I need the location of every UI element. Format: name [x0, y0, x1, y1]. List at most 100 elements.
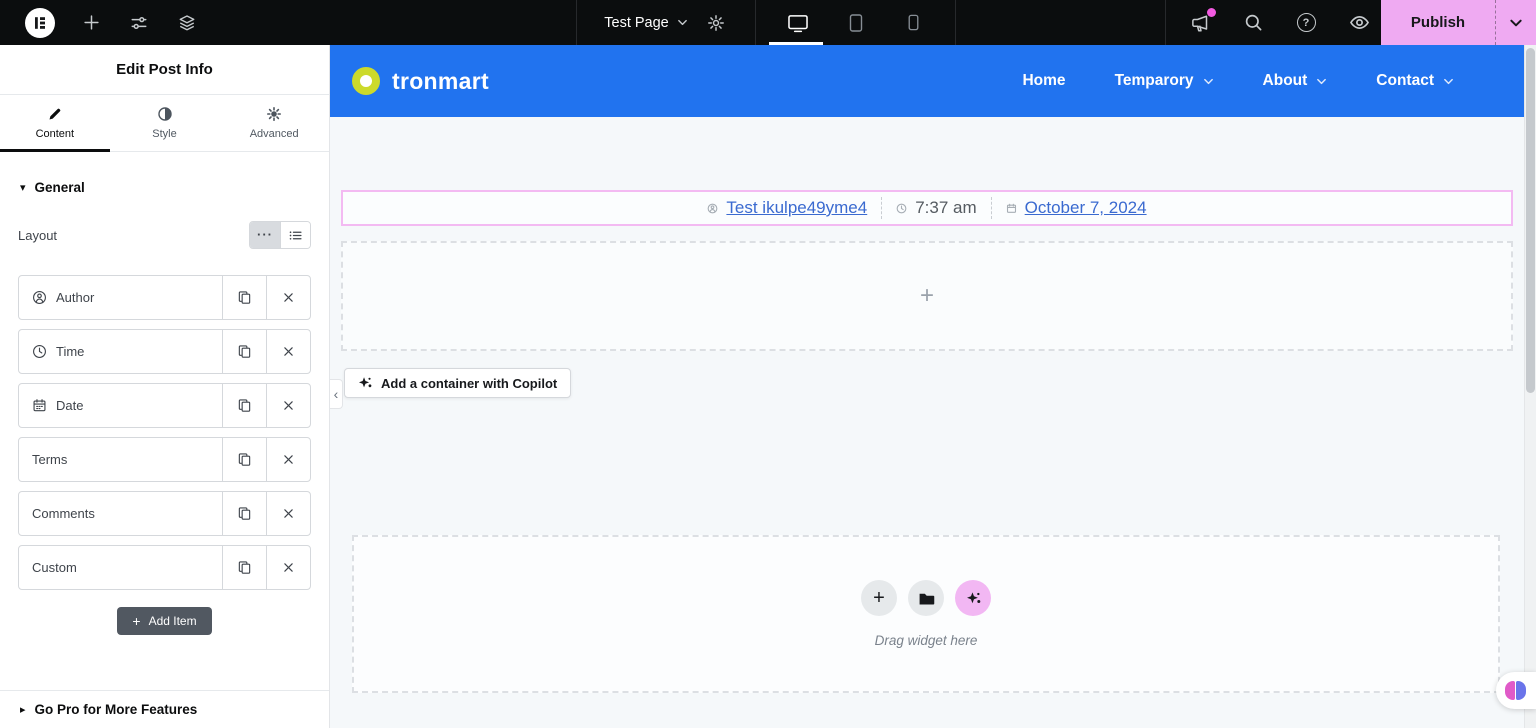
tab-content[interactable]: Content [0, 95, 110, 151]
remove-item-button[interactable] [266, 438, 310, 481]
remove-item-button[interactable] [266, 330, 310, 373]
remove-item-button[interactable] [266, 276, 310, 319]
repeater-item-date[interactable]: Date [18, 383, 311, 428]
empty-section-dropzone[interactable]: + Drag widget here [352, 535, 1500, 693]
repeater-item-terms[interactable]: Terms [18, 437, 311, 482]
add-item-button[interactable]: + Add Item [117, 607, 211, 635]
nav-item-home[interactable]: Home [1022, 72, 1065, 90]
duplicate-item-button[interactable] [222, 546, 266, 589]
scrollbar-thumb[interactable] [1526, 48, 1535, 393]
layout-list-option[interactable] [280, 222, 310, 248]
panel-collapse-handle[interactable]: ‹ [330, 379, 343, 409]
whats-new-megaphone-icon[interactable] [1188, 11, 1212, 35]
chevron-down-icon [1443, 76, 1454, 87]
post-info-items-repeater: Author Time [18, 275, 311, 590]
duplicate-item-button[interactable] [222, 384, 266, 427]
publish-label[interactable]: Publish [1381, 0, 1495, 45]
tab-style[interactable]: Style [110, 95, 220, 151]
plus-icon: + [132, 613, 140, 629]
site-header: tronmart Home Temparory About Contact [330, 45, 1536, 117]
page-selector[interactable]: Test Page [604, 15, 688, 31]
remove-item-button[interactable] [266, 546, 310, 589]
tab-advanced[interactable]: Advanced [219, 95, 329, 151]
site-nav: Home Temparory About Contact [1022, 72, 1454, 90]
ai-builder-button[interactable] [955, 580, 991, 616]
top-bar-divider [955, 0, 956, 45]
section-action-buttons: + [861, 580, 991, 616]
notification-dot [1207, 8, 1216, 17]
elementor-logo-icon [32, 15, 48, 31]
elementor-logo[interactable] [25, 8, 55, 38]
nav-item-about[interactable]: About [1263, 72, 1328, 90]
site-settings-sliders-icon[interactable] [127, 11, 151, 35]
item-label: Comments [32, 506, 95, 521]
active-device-underline [769, 42, 823, 45]
desktop-preview-icon[interactable] [786, 11, 810, 35]
chevron-down-icon [1316, 76, 1327, 87]
time-text: 7:37 am [915, 198, 976, 218]
caret-right-icon: ▸ [20, 703, 26, 716]
finder-search-icon[interactable] [1241, 11, 1265, 35]
preview-eye-icon[interactable] [1347, 11, 1371, 35]
duplicate-item-button[interactable] [222, 492, 266, 535]
item-label: Terms [32, 452, 67, 467]
page-settings-gear-icon[interactable] [704, 11, 728, 35]
nav-label: Contact [1376, 72, 1434, 90]
duplicate-item-button[interactable] [222, 330, 266, 373]
post-info-divider [991, 197, 992, 219]
post-info-widget-selected[interactable]: Test ikulpe49yme4 7:37 am October 7, 202… [341, 190, 1513, 226]
publish-button[interactable]: Publish [1381, 0, 1536, 45]
publish-options-button[interactable] [1495, 0, 1536, 45]
tab-label: Content [36, 128, 75, 140]
add-element-button[interactable]: + [861, 580, 897, 616]
brain-icon [1505, 681, 1526, 700]
add-container-copilot-button[interactable]: Add a container with Copilot [344, 368, 571, 398]
copy-icon [237, 398, 252, 413]
author-link[interactable]: Test ikulpe49yme4 [726, 198, 867, 218]
add-element-icon[interactable] [79, 11, 103, 35]
copy-icon [237, 290, 252, 305]
close-icon [282, 345, 295, 358]
clock-icon [896, 203, 907, 214]
item-label: Date [56, 398, 83, 413]
canvas-scrollbar[interactable] [1524, 45, 1536, 728]
nav-item-temparory[interactable]: Temparory [1115, 72, 1214, 90]
site-logo-text: tronmart [392, 68, 489, 95]
post-info-divider [881, 197, 882, 219]
template-library-button[interactable] [908, 580, 944, 616]
layout-toggle-group: ··· [249, 221, 311, 249]
post-info-time: 7:37 am [896, 198, 976, 218]
mobile-preview-icon[interactable] [902, 11, 926, 35]
duplicate-item-button[interactable] [222, 438, 266, 481]
section-general-toggle[interactable]: ▾ General [20, 180, 309, 195]
ai-sparkle-icon [966, 591, 981, 606]
duplicate-item-button[interactable] [222, 276, 266, 319]
layout-label: Layout [18, 228, 57, 243]
repeater-item-custom[interactable]: Custom [18, 545, 311, 590]
caret-down-icon: ▾ [20, 181, 26, 194]
tablet-preview-icon[interactable] [844, 11, 868, 35]
repeater-item-author[interactable]: Author [18, 275, 311, 320]
empty-container[interactable]: + [341, 241, 1513, 351]
help-icon[interactable]: ? [1294, 11, 1318, 35]
copilot-button-label: Add a container with Copilot [381, 376, 557, 391]
gear-icon [266, 106, 282, 122]
top-bar-left-tools [25, 0, 199, 45]
date-link[interactable]: October 7, 2024 [1025, 198, 1147, 218]
tab-label: Style [152, 128, 176, 140]
structure-layers-icon[interactable] [175, 11, 199, 35]
drag-widget-hint: Drag widget here [875, 633, 978, 648]
nav-item-contact[interactable]: Contact [1376, 72, 1454, 90]
remove-item-button[interactable] [266, 492, 310, 535]
layout-inline-option[interactable]: ··· [250, 222, 280, 248]
list-icon [288, 228, 303, 243]
editor-canvas: tronmart Home Temparory About Contact [330, 45, 1536, 728]
repeater-item-comments[interactable]: Comments [18, 491, 311, 536]
accessibility-widget-button[interactable] [1496, 672, 1536, 709]
repeater-item-time[interactable]: Time [18, 329, 311, 374]
remove-item-button[interactable] [266, 384, 310, 427]
nav-label: Home [1022, 72, 1065, 90]
site-logo[interactable]: tronmart [352, 67, 489, 95]
go-pro-section-toggle[interactable]: ▸ Go Pro for More Features [0, 690, 329, 728]
add-widget-plus-icon[interactable]: + [920, 282, 934, 310]
